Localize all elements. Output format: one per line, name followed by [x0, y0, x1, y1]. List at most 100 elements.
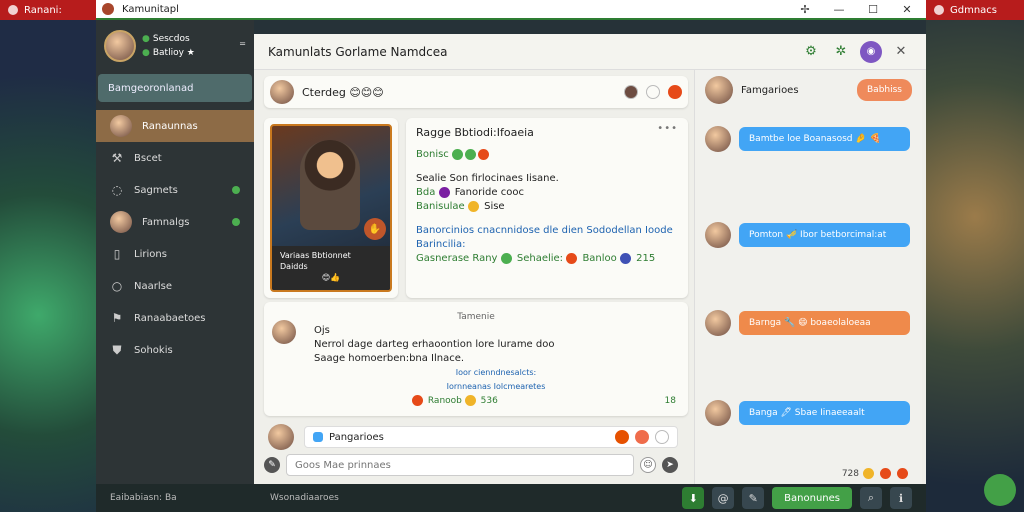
info-icon[interactable]: ℹ	[890, 487, 912, 509]
post-line-3-text: Fanoride cooc	[454, 187, 524, 198]
comment-author: Ojs	[314, 325, 330, 336]
post-line-6-label: Sehaelie:	[516, 253, 564, 264]
record-icon[interactable]	[668, 85, 682, 99]
link-icon[interactable]	[655, 430, 669, 444]
attach-icon[interactable]: ✎	[264, 457, 280, 473]
comment-tag: Tamenie	[457, 312, 495, 322]
hero-image[interactable]: ✋ Variaas Bbtionnet Daidds 😊👍	[270, 124, 392, 292]
app-window: Kamunitapl ✢ — ☐ ✕ Sescdos Batlioy ★ ⁼ B…	[96, 0, 926, 512]
settings-icon[interactable]: ✲	[830, 41, 852, 63]
message-input[interactable]	[286, 454, 634, 476]
comment-sub-1: Ioor cienndnesalcts:	[455, 368, 537, 377]
announce-button[interactable]: Banonunes	[772, 487, 852, 509]
download-icon[interactable]: ⬇	[682, 487, 705, 509]
fire-icon[interactable]	[615, 430, 629, 444]
user-avatar-corner[interactable]	[984, 474, 1016, 506]
message-bubble[interactable]: Pomton 🎺 Ibor betborcimal:at	[739, 223, 910, 247]
post-line-5-text: Banorcinios cnacnnidose dle dien	[416, 225, 584, 236]
story-avatar-small[interactable]	[624, 85, 638, 99]
title-bar: Kamunitapl ✢ — ☐ ✕	[96, 0, 926, 20]
story-bar[interactable]: Cterdeg 😊😊😊	[264, 76, 688, 108]
refresh-icon[interactable]	[646, 85, 660, 99]
main-header: Kamunlats Gorlame Namdcea ⚙ ✲ ◉ ✕	[254, 34, 926, 70]
bookmark-icon: ▯	[113, 247, 121, 261]
right-panel-header: Famgarioes Babhiss	[695, 70, 922, 110]
post-body: Sealie Son firlocinaes Iisane.	[416, 173, 559, 184]
search-icon[interactable]: ⌕	[860, 487, 882, 509]
message-avatar[interactable]	[705, 310, 731, 336]
post-line-5: Banorcinios cnacnnidose dle dien Sododel…	[416, 224, 678, 238]
send-icon[interactable]: ➤	[662, 457, 678, 473]
story-text: Cterdeg 😊😊😊	[302, 85, 384, 99]
emoji-icon	[467, 200, 479, 212]
gear-icon[interactable]: ⚙	[800, 41, 822, 63]
maximize-button[interactable]: ☐	[860, 3, 886, 16]
profile-info: Sescdos Batlioy ★	[142, 32, 233, 60]
message-bubble[interactable]: Banga 🖊 Sbae Iinaeeaalt	[739, 401, 910, 425]
sidebar-primary-button[interactable]: Bamgeoronlanad	[98, 74, 252, 102]
close-window-button[interactable]: ✕	[894, 3, 920, 16]
mention-icon[interactable]: @	[712, 487, 735, 509]
sidebar-item-sohokis[interactable]: ⛊ Sohokis	[96, 334, 254, 366]
channel-text: Wsonadiaaroes	[270, 493, 339, 503]
shield-icon: ⛊	[112, 342, 122, 357]
sidebar-item-ranaunnas[interactable]: Ranaunnas	[96, 110, 254, 142]
react-icon[interactable]	[635, 430, 649, 444]
sidebar-item-famnalgs[interactable]: Famnalgs	[96, 206, 254, 238]
contact-avatar[interactable]	[705, 76, 733, 104]
comment-count: 18	[664, 396, 676, 406]
profile-avatar[interactable]	[104, 30, 136, 62]
message-avatar[interactable]	[705, 126, 731, 152]
profile-ring-icon[interactable]: ◉	[860, 40, 882, 63]
sidebar-item-bscet[interactable]: ⚒ Bscet	[96, 142, 254, 174]
pen-icon[interactable]: ✎	[742, 487, 765, 509]
chat-message: Barnga 🔧 😄 boaeolaloeaa	[705, 310, 910, 336]
emoji-icon	[897, 468, 908, 479]
emoji-icon	[464, 395, 476, 406]
main-panel: Kamunlats Gorlame Namdcea ⚙ ✲ ◉ ✕ Cterde…	[254, 34, 926, 490]
comment-card: Tamenie Ojs Nerrol dage darteg erhaoonti…	[264, 302, 688, 416]
post-tag: Bonisc	[416, 148, 678, 162]
comment-avatar[interactable]	[272, 320, 296, 344]
emoji-icon	[500, 252, 512, 264]
message-bubble[interactable]: Barnga 🔧 😄 boaeolaloeaa	[739, 311, 910, 335]
sidebar-item-sagmets[interactable]: ◌ Sagmets	[96, 174, 254, 206]
emoji-icon	[863, 468, 874, 479]
hero-reactions: 😊👍	[321, 273, 341, 282]
menu-icon[interactable]: ⁼	[239, 39, 246, 54]
topic-field[interactable]: Pangarioes	[304, 426, 678, 448]
chat-message: Banga 🖊 Sbae Iinaeeaalt	[705, 400, 910, 426]
post-line-4-text: Sise	[484, 201, 505, 212]
profile-block[interactable]: Sescdos Batlioy ★ ⁼	[96, 20, 254, 72]
post-line-5-tail: Sododellan Ioode	[586, 225, 673, 236]
sidebar-item-label: Bscet	[134, 152, 162, 164]
status-text: Eaibabiasn: Ba	[110, 493, 177, 503]
message-avatar[interactable]	[705, 400, 731, 426]
comment-footer-count: 536	[480, 396, 498, 406]
sidebar-item-naarlse[interactable]: ○ Naarlse	[96, 270, 254, 302]
right-chrome-label: Gdmnacs	[950, 4, 998, 16]
message-bubble[interactable]: Bamtbe loe Boanasosd 🤌 🍕	[739, 127, 910, 151]
follow-button[interactable]: Babhiss	[857, 79, 912, 101]
story-avatar[interactable]	[270, 80, 294, 104]
pin-button[interactable]: ✢	[792, 3, 818, 16]
hero-caption-title: Variaas Bbtionnet	[280, 251, 351, 260]
hero-card[interactable]: ✋ Variaas Bbtionnet Daidds 😊👍	[264, 118, 398, 298]
sidebar-item-label: Ranaunnas	[142, 120, 198, 132]
minimize-button[interactable]: —	[826, 3, 852, 16]
close-icon[interactable]: ✕	[890, 41, 912, 63]
composer-avatar[interactable]	[268, 424, 294, 450]
profile-name: Batlioy ★	[142, 46, 233, 60]
sidebar-item-ranaabaetoes[interactable]: ⚑ Ranaabaetoes	[96, 302, 254, 334]
post-line-6-tail: Banloo	[582, 253, 617, 264]
emoji-icon	[452, 148, 463, 160]
left-chrome-label: Ranani:	[24, 4, 62, 16]
post-line-6: Gasnerase Rany Sehaelie: Banloo 215	[416, 252, 678, 266]
flag-icon: ⚑	[111, 311, 123, 325]
message-avatar[interactable]	[705, 222, 731, 248]
sidebar-item-lirions[interactable]: ▯ Lirions	[96, 238, 254, 270]
more-options-icon[interactable]: •••	[657, 122, 678, 136]
hero-badge-icon[interactable]: ✋	[364, 218, 386, 240]
emoji-picker-icon[interactable]: ☺	[640, 457, 656, 473]
sidebar-item-label: Lirions	[134, 248, 167, 260]
